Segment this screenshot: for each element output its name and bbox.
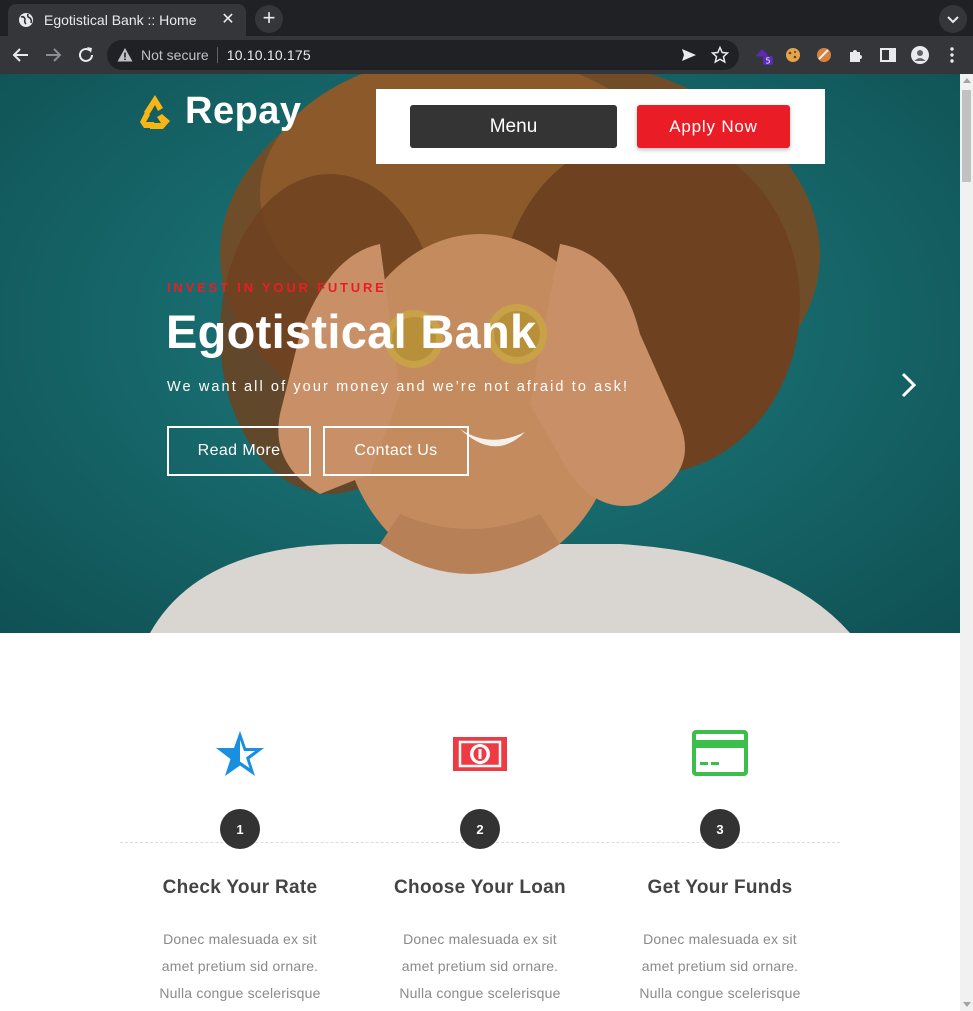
step-number: 2 bbox=[460, 809, 500, 849]
header-actions: Menu Apply Now bbox=[376, 89, 825, 164]
contact-us-button[interactable]: Contact Us bbox=[323, 426, 469, 476]
omnibox-divider bbox=[216, 47, 218, 63]
globe-icon bbox=[19, 13, 33, 27]
browser-toolbar: Not secure 10.10.10.175 5 bbox=[0, 36, 973, 74]
new-tab-button[interactable]: + bbox=[255, 5, 283, 33]
hero-subtitle: We want all of your money and we’re not … bbox=[167, 379, 630, 395]
hero-title: Egotistical Bank bbox=[166, 305, 537, 358]
reload-icon[interactable] bbox=[74, 43, 98, 67]
security-label[interactable]: Not secure bbox=[141, 47, 209, 63]
step-title: Check Your Rate bbox=[162, 877, 318, 898]
steps-section: 1 Check Your Rate Donec malesuada ex sit… bbox=[0, 633, 960, 1011]
step-number: 1 bbox=[220, 809, 260, 849]
browser-tab[interactable]: Egotistical Bank :: Home ✕ bbox=[8, 4, 246, 36]
puzzle-extensions-icon[interactable] bbox=[846, 45, 866, 65]
forward-arrow-icon[interactable] bbox=[41, 43, 65, 67]
slider-next-arrow-icon[interactable] bbox=[898, 370, 920, 400]
profile-avatar-icon[interactable] bbox=[910, 45, 930, 65]
recycle-logo-icon bbox=[140, 94, 170, 129]
menu-button[interactable]: Menu bbox=[410, 105, 617, 148]
address-bar[interactable]: Not secure 10.10.10.175 bbox=[107, 40, 739, 70]
url-text[interactable]: 10.10.10.175 bbox=[227, 47, 311, 63]
step-title: Choose Your Loan bbox=[394, 877, 566, 898]
hero-slider: Repay Menu Apply Now INVEST IN YOUR FUTU… bbox=[0, 74, 960, 633]
extension-badge: 5 bbox=[765, 57, 770, 66]
cookie-extension-icon[interactable] bbox=[783, 45, 803, 65]
apply-now-button[interactable]: Apply Now bbox=[637, 105, 790, 148]
hero-kicker: INVEST IN YOUR FUTURE bbox=[167, 280, 387, 295]
banknote-icon bbox=[453, 737, 507, 771]
web-page: Repay Menu Apply Now INVEST IN YOUR FUTU… bbox=[0, 74, 960, 1011]
more-menu-icon[interactable] bbox=[942, 45, 962, 65]
site-logo[interactable]: Repay bbox=[134, 90, 302, 133]
step-number: 3 bbox=[700, 809, 740, 849]
chevron-down-icon bbox=[947, 16, 959, 24]
scroll-down-arrow-icon[interactable] bbox=[963, 1002, 971, 1007]
scrollbar-thumb[interactable] bbox=[962, 90, 971, 182]
star-icon bbox=[216, 731, 264, 776]
logo-text: Repay bbox=[185, 90, 302, 132]
step-title: Get Your Funds bbox=[647, 877, 793, 898]
step-description: Donec malesuada ex sit amet pretium sid … bbox=[159, 931, 321, 1001]
side-panel-icon[interactable] bbox=[878, 45, 898, 65]
page-scrollbar[interactable] bbox=[960, 74, 973, 1011]
tab-title: Egotistical Bank :: Home bbox=[44, 12, 197, 28]
warning-icon bbox=[117, 48, 133, 62]
tab-close-icon[interactable]: ✕ bbox=[220, 12, 236, 28]
extension-hat-icon[interactable]: 5 bbox=[753, 45, 773, 65]
tab-search-button[interactable] bbox=[939, 5, 967, 33]
browser-tab-bar: Egotistical Bank :: Home ✕ + bbox=[0, 0, 973, 36]
back-arrow-icon[interactable] bbox=[9, 43, 33, 67]
credit-card-icon bbox=[692, 730, 748, 776]
scroll-up-arrow-icon[interactable] bbox=[963, 78, 971, 83]
read-more-button[interactable]: Read More bbox=[167, 426, 311, 476]
send-icon[interactable] bbox=[681, 47, 697, 63]
step-description: Donec malesuada ex sit amet pretium sid … bbox=[399, 931, 561, 1001]
cookie-editor-icon[interactable] bbox=[814, 45, 834, 65]
step-description: Donec malesuada ex sit amet pretium sid … bbox=[639, 931, 801, 1001]
bookmark-star-icon[interactable] bbox=[711, 46, 729, 64]
